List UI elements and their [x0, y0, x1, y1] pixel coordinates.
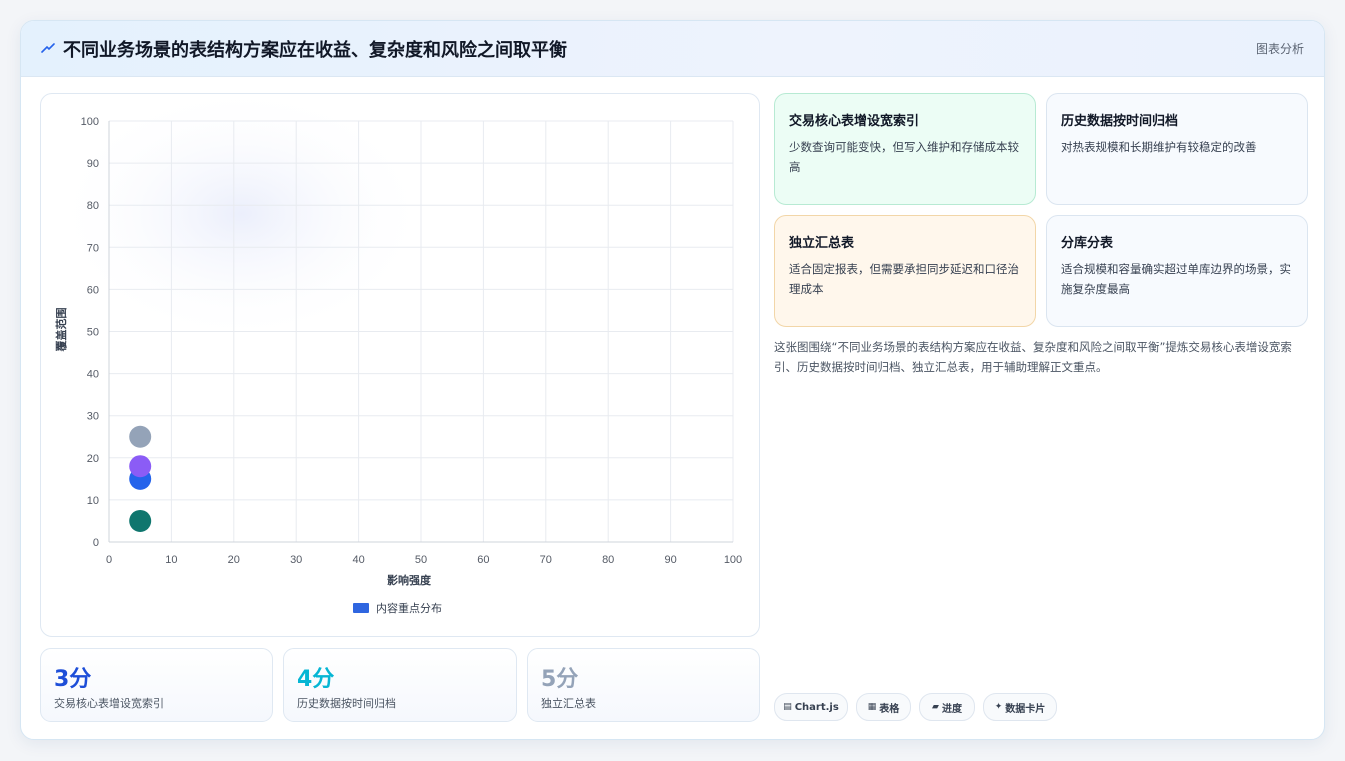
legend-swatch	[353, 603, 369, 613]
y-tick-label: 30	[87, 411, 99, 423]
y-tick-label: 80	[87, 200, 99, 212]
info-card-sharding: 分库分表 适合规模和容量确实超过单库边界的场景，实施复杂度最高	[1046, 215, 1308, 327]
stat-label: 独立汇总表	[541, 697, 596, 710]
stat-value: 4分	[297, 667, 335, 692]
info-card-archive: 历史数据按时间归档 对热表规模和长期维护有较稳定的改善	[1046, 93, 1308, 205]
y-tick-label: 50	[87, 327, 99, 339]
header-bar: 不同业务场景的表结构方案应在收益、复杂度和风险之间取平衡 图表分析	[21, 21, 1324, 77]
info-card-wide-index: 交易核心表增设宽索引 少数查询可能变快，但写入维护和存储成本较高	[774, 93, 1036, 205]
y-tick-label: 70	[87, 242, 99, 254]
y-tick-label: 10	[87, 495, 99, 507]
progress-icon: ▰	[932, 702, 939, 712]
info-card-title: 交易核心表增设宽索引	[789, 114, 920, 129]
chart-description: 这张图围绕“不同业务场景的表结构方案应在收益、复杂度和风险之间取平衡”提炼交易核…	[774, 340, 1292, 374]
main-card: 不同业务场景的表结构方案应在收益、复杂度和风险之间取平衡 图表分析 0 10 20 3…	[20, 20, 1325, 740]
chip-progress[interactable]: ▰ 进度	[919, 693, 975, 721]
scatter-chart: 0 10 20 30 40 50 60 70 80 90 100 0 10 20 30 40 50 60 70 80 9…	[51, 94, 742, 615]
data-point	[129, 509, 152, 532]
chart-background-glow	[51, 94, 431, 344]
x-tick-label: 60	[477, 554, 489, 566]
info-card-summary-table: 独立汇总表 适合固定报表，但需要承担同步延迟和口径治理成本	[774, 215, 1036, 327]
info-card-title: 历史数据按时间归档	[1061, 114, 1179, 129]
info-card-text: 对热表规模和长期维护有较稳定的改善	[1061, 140, 1257, 154]
chip-label: 进度	[941, 703, 962, 715]
stat-card-2: 4分 历史数据按时间归档	[283, 648, 517, 722]
stat-card-3: 5分 独立汇总表	[527, 648, 760, 722]
y-tick-label: 100	[81, 116, 99, 128]
info-card-text: 适合固定报表，但需要承担同步延迟和口径治理成本	[789, 262, 1019, 296]
chip-label: 数据卡片	[1005, 703, 1046, 715]
lightning-icon	[41, 43, 55, 53]
x-tick-label: 20	[228, 554, 240, 566]
y-tick-label: 20	[87, 453, 99, 465]
chip-table[interactable]: ▦ 表格	[856, 693, 911, 721]
y-tick-label: 60	[87, 284, 99, 296]
chip-label: Chart.js	[794, 701, 839, 713]
page-title: 不同业务场景的表结构方案应在收益、复杂度和风险之间取平衡	[63, 40, 567, 61]
y-tick-label: 40	[87, 369, 99, 381]
x-tick-label: 90	[664, 554, 676, 566]
info-card-title: 分库分表	[1061, 236, 1114, 251]
data-point	[129, 455, 152, 478]
header-tag[interactable]: 图表分析	[1256, 40, 1304, 57]
sparkle-icon: ✦	[994, 702, 1003, 712]
stat-label: 交易核心表增设宽索引	[54, 697, 164, 710]
x-tick-label: 80	[602, 554, 614, 566]
stat-label: 历史数据按时间归档	[297, 697, 396, 710]
y-tick-label: 0	[93, 537, 99, 549]
info-card-text: 适合规模和容量确实超过单库边界的场景，实施复杂度最高	[1061, 262, 1291, 296]
data-point	[129, 425, 152, 448]
x-tick-label: 30	[290, 554, 302, 566]
x-axis-label: 影响强度	[387, 573, 432, 587]
chip-data-card[interactable]: ✦ 数据卡片	[983, 693, 1057, 721]
info-card-text: 少数查询可能变快，但写入维护和存储成本较高	[789, 140, 1019, 174]
x-tick-label: 50	[415, 554, 427, 566]
stat-value: 5分	[541, 667, 579, 692]
info-card-title: 独立汇总表	[789, 236, 855, 251]
chip-label: 表格	[879, 703, 900, 715]
chip-chartjs[interactable]: ▤ Chart.js	[774, 693, 848, 721]
chart-icon: ▤	[783, 702, 792, 712]
y-axis-label: 覆盖范围	[54, 308, 68, 352]
x-tick-label: 0	[106, 554, 112, 566]
stat-card-1: 3分 交易核心表增设宽索引	[40, 648, 273, 722]
y-tick-label: 90	[87, 158, 99, 170]
x-tick-label: 100	[724, 554, 742, 566]
chart-panel: 0 10 20 30 40 50 60 70 80 90 100 0 10 20 30 40 50 60 70 80 9…	[40, 93, 760, 637]
table-icon: ▦	[867, 702, 877, 712]
legend-label: 内容重点分布	[376, 601, 442, 615]
stat-value: 3分	[54, 667, 92, 692]
x-tick-label: 40	[352, 554, 364, 566]
x-tick-label: 10	[165, 554, 177, 566]
x-tick-label: 70	[540, 554, 552, 566]
